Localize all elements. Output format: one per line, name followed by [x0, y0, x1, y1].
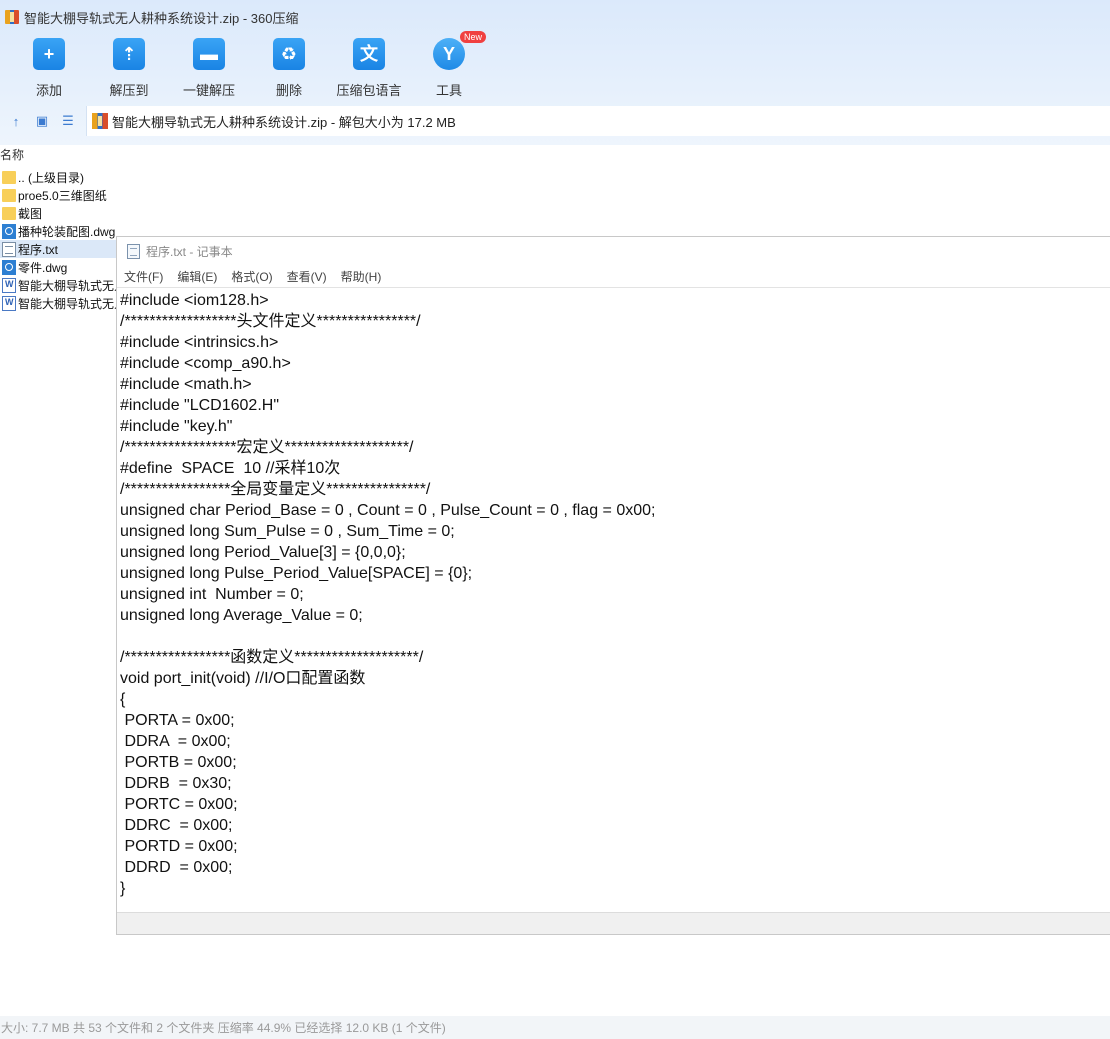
delete-icon: ♻	[273, 38, 305, 70]
status-bar: 大小: 7.7 MB 共 53 个文件和 2 个文件夹 压缩率 44.9% 已经…	[0, 1016, 1110, 1039]
notepad-menu-bar: 文件(F) 编辑(E) 格式(O) 查看(V) 帮助(H)	[117, 265, 1110, 287]
file-name: 智能大棚导轨式无人	[18, 296, 118, 311]
extract-to-icon: ⇡	[113, 38, 145, 70]
list-item[interactable]: 智能大棚导轨式无人	[0, 294, 118, 312]
add-label: 添加	[35, 83, 62, 98]
zip-file-icon	[92, 113, 108, 129]
file-name: 智能大棚导轨式无人	[18, 278, 118, 293]
file-name: proe5.0三维图纸	[18, 188, 107, 203]
column-header-name[interactable]: 名称	[0, 146, 24, 163]
path-bar: ↑ ▣ ☰ 智能大棚导轨式无人耕种系统设计.zip - 解包大小为 17.2 M…	[0, 106, 1110, 136]
notepad-text-area[interactable]: #include <iom128.h> /******************头…	[117, 287, 1110, 912]
code-text: #include <iom128.h> /******************头…	[120, 292, 656, 897]
file-name: 程序.txt	[18, 242, 59, 257]
archive-language-button[interactable]: 文 压缩包语言	[329, 36, 409, 99]
up-arrow-icon[interactable]: ↑	[6, 111, 26, 131]
list-item-selected[interactable]: 程序.txt	[0, 240, 118, 258]
view-list-icon[interactable]: ☰	[58, 111, 78, 131]
list-item[interactable]: 零件.dwg	[0, 258, 118, 276]
notepad-title: 程序.txt - 记事本	[146, 244, 233, 259]
one-click-extract-icon: ▬	[193, 38, 225, 70]
list-item[interactable]: 截图	[0, 204, 118, 222]
delete-button[interactable]: ♻ 删除	[249, 36, 329, 99]
status-text: 大小: 7.7 MB 共 53 个文件和 2 个文件夹 压缩率 44.9% 已经…	[1, 1021, 446, 1035]
list-item[interactable]: .. (上级目录)	[0, 168, 118, 186]
list-item[interactable]: 播种轮装配图.dwg	[0, 222, 118, 240]
archive-language-label: 压缩包语言	[336, 83, 402, 98]
notepad-status-bar	[117, 912, 1110, 934]
list-item[interactable]: proe5.0三维图纸	[0, 186, 118, 204]
window-title: 智能大棚导轨式无人耕种系统设计.zip - 360压缩	[24, 10, 299, 26]
one-click-extract-label: 一键解压	[182, 83, 235, 98]
tools-icon: Y	[433, 38, 465, 70]
menu-edit[interactable]: 编辑(E)	[177, 268, 217, 285]
path-text: 智能大棚导轨式无人耕种系统设计.zip - 解包大小为 17.2 MB	[112, 114, 456, 130]
menu-file[interactable]: 文件(F)	[124, 268, 163, 285]
file-name: 播种轮装配图.dwg	[18, 224, 116, 239]
file-name: 零件.dwg	[18, 260, 68, 275]
file-list: .. (上级目录) proe5.0三维图纸 截图 播种轮装配图.dwg 程序.t…	[0, 168, 118, 312]
notepad-icon	[127, 243, 140, 259]
new-badge: New	[460, 31, 487, 43]
tools-label: 工具	[435, 83, 462, 98]
language-icon: 文	[353, 38, 385, 70]
delete-label: 删除	[275, 83, 302, 98]
extract-to-button[interactable]: ⇡ 解压到	[89, 36, 169, 99]
add-icon: +	[33, 38, 65, 70]
one-click-extract-button[interactable]: ▬ 一键解压	[169, 36, 249, 99]
word-doc-icon	[2, 277, 16, 293]
extract-to-label: 解压到	[109, 83, 149, 98]
dwg-file-icon	[2, 259, 16, 275]
menu-view[interactable]: 查看(V)	[287, 268, 327, 285]
folder-icon	[2, 206, 16, 220]
view-thumbnail-icon[interactable]: ▣	[32, 111, 52, 131]
folder-icon	[2, 170, 16, 184]
archive-app-icon	[5, 10, 19, 24]
menu-help[interactable]: 帮助(H)	[341, 268, 382, 285]
notepad-window: 程序.txt - 记事本 文件(F) 编辑(E) 格式(O) 查看(V) 帮助(…	[116, 236, 1110, 935]
toolbar: + 添加 ⇡ 解压到 ▬ 一键解压 ♻ 删除 文 压缩包语言 Y New 工具	[0, 31, 1110, 100]
menu-format[interactable]: 格式(O)	[231, 268, 272, 285]
dwg-file-icon	[2, 223, 16, 239]
add-button[interactable]: + 添加	[9, 36, 89, 99]
tools-button[interactable]: Y New 工具	[409, 31, 489, 99]
word-doc-icon	[2, 295, 16, 311]
text-file-icon	[2, 241, 16, 257]
file-name: 截图	[18, 206, 43, 221]
folder-icon	[2, 188, 16, 202]
title-bar: 智能大棚导轨式无人耕种系统设计.zip - 360压缩	[0, 0, 1110, 34]
path-field[interactable]: 智能大棚导轨式无人耕种系统设计.zip - 解包大小为 17.2 MB	[86, 106, 1110, 136]
notepad-title-bar: 程序.txt - 记事本	[117, 237, 1110, 265]
list-item[interactable]: 智能大棚导轨式无人	[0, 276, 118, 294]
file-name: .. (上级目录)	[18, 170, 84, 185]
